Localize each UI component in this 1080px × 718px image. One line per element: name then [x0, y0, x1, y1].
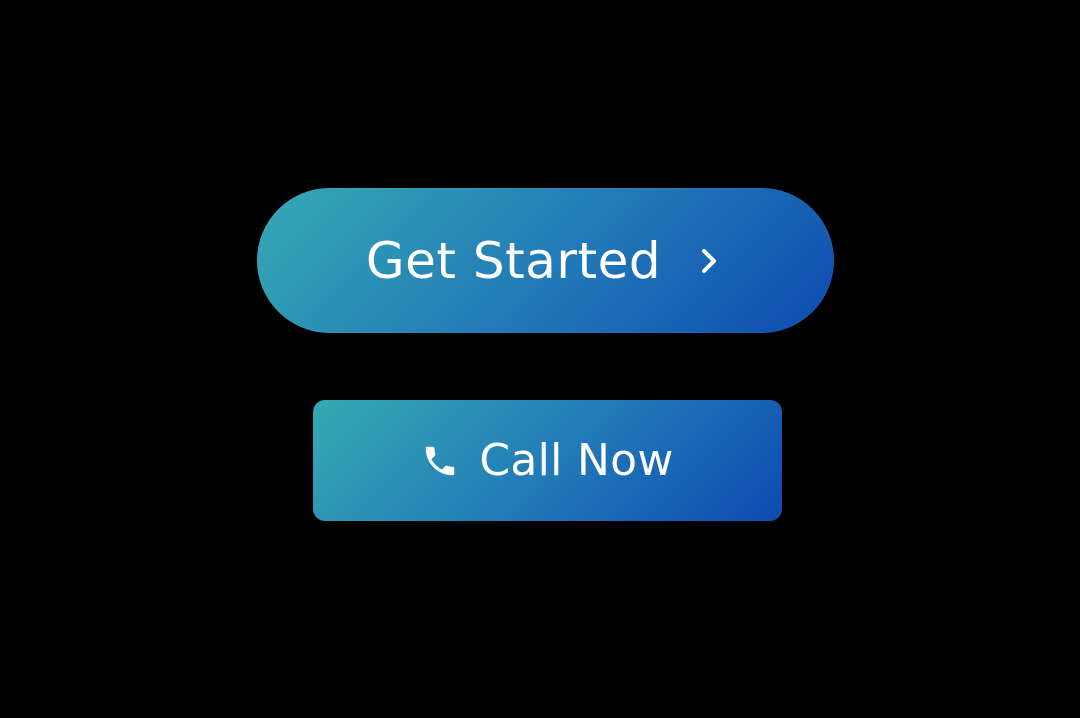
- get-started-label: Get Started: [365, 231, 662, 290]
- get-started-button[interactable]: Get Started: [257, 188, 834, 333]
- canvas: Get Started Call Now: [0, 0, 1080, 718]
- chevron-right-icon: [695, 246, 725, 276]
- call-now-label: Call Now: [479, 435, 674, 486]
- phone-icon: [421, 442, 459, 480]
- call-now-button[interactable]: Call Now: [313, 400, 782, 521]
